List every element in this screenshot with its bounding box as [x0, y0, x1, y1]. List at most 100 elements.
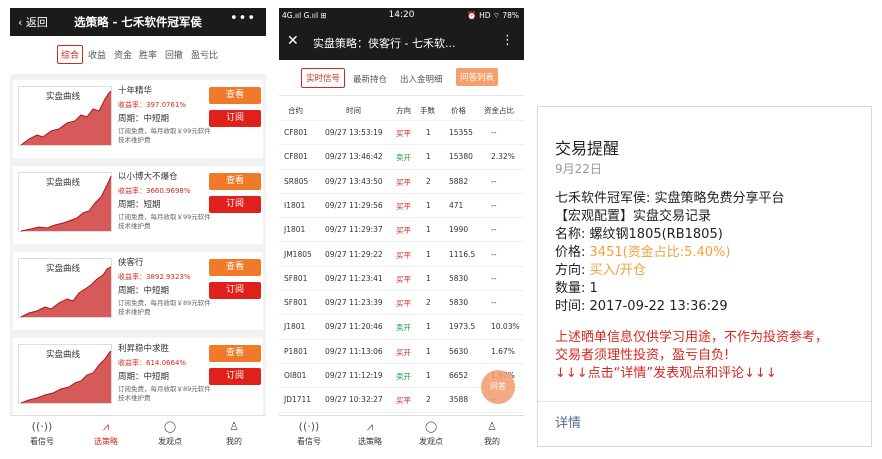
- cell-fund-ratio: --: [491, 200, 497, 210]
- subscribe-button[interactable]: 订阅: [209, 368, 261, 385]
- table-row[interactable]: I1801 09/27 11:29:56 买平 1 471 --: [279, 194, 524, 219]
- cell-direction: 买平: [396, 201, 411, 211]
- cell-direction: 买平: [396, 299, 411, 309]
- cell-price: 1990: [449, 225, 469, 235]
- nav-signals[interactable]: ((·)) 看信号: [281, 420, 337, 447]
- cell-fund-ratio: --: [491, 128, 497, 137]
- name-row: 名称: 螺纹钢1805(RB1805): [555, 223, 723, 242]
- detail-tabs: 实时信号 最新持仓 出入金明细 问答列表: [279, 60, 524, 96]
- qa-float-button[interactable]: 问答: [481, 370, 515, 404]
- cell-contract: I1801: [284, 200, 306, 210]
- nav-strategies[interactable]: ⩘ 选策略: [78, 420, 134, 447]
- alert-subject: 【宏观配置】实盘交易记录: [555, 209, 712, 224]
- tab-qa[interactable]: 问答列表: [456, 68, 499, 86]
- tab-comprehensive[interactable]: 综合: [57, 45, 84, 64]
- strategy-card[interactable]: 实盘曲线 利昇稳中求胜 收益率：614.0664% 周期：中短期 订阅免费，每月…: [13, 338, 263, 416]
- cell-time: 09/27 11:29:22: [325, 249, 383, 259]
- strategy-card[interactable]: 实盘曲线 十年精华 收益率：397.0761% 周期：中短期 订阅免费，每月收取…: [13, 80, 263, 158]
- trend-chart-icon: ⩘: [102, 420, 110, 433]
- fee-note: 订阅免费，每月收取￥99元软件技术维护费: [118, 213, 211, 230]
- direction-row: 方向: 买入/开仓: [555, 259, 646, 278]
- col-price: 价格: [451, 106, 466, 115]
- tab-winrate[interactable]: 胜率: [139, 48, 157, 61]
- tab-pl-ratio[interactable]: 盈亏比: [191, 48, 218, 61]
- period: 周期：中短期: [118, 286, 170, 296]
- subscribe-button[interactable]: 订阅: [209, 282, 261, 299]
- strategy-card[interactable]: 实盘曲线 侠客行 收益率：3892.9323% 周期：中短期 订阅免费，每月收取…: [13, 252, 263, 330]
- quantity-label: 数量:: [555, 281, 586, 296]
- cell-price: 5882: [449, 176, 469, 186]
- table-row[interactable]: SF801 09/27 11:23:41 买平 1 5830 --: [279, 267, 524, 292]
- tab-capital[interactable]: 资金: [114, 48, 132, 61]
- quantity-row: 数量: 1: [555, 277, 598, 296]
- nav-label: 发观点: [158, 437, 182, 446]
- tab-fund-flow[interactable]: 出入金明细: [400, 73, 443, 85]
- period: 周期：中短期: [118, 372, 170, 382]
- price-row: 价格: 3451(资金占比:5.40%): [555, 241, 730, 260]
- view-button[interactable]: 查看: [209, 259, 261, 276]
- tab-drawdown[interactable]: 回撤: [165, 48, 183, 61]
- subscribe-button[interactable]: 订阅: [209, 110, 261, 127]
- table-row[interactable]: CF801 09/27 13:46:42 卖开 1 15380 2.32%: [279, 145, 524, 170]
- cell-contract: J1801: [284, 322, 306, 332]
- cell-lots: 1: [426, 249, 431, 259]
- col-lots: 手数: [420, 106, 435, 115]
- return-rate: 收益率：3660.9698%: [118, 187, 191, 195]
- more-dots-icon[interactable]: •••: [230, 11, 256, 26]
- status-bar: 4G.ııl G.ııl ⊞ 14:20 ⏰ HD ⌔ 78%: [279, 8, 524, 24]
- tab-profit[interactable]: 收益: [88, 48, 106, 61]
- more-vertical-icon[interactable]: ⋮: [501, 33, 514, 48]
- wifi-icon: ((·)): [31, 420, 53, 433]
- nav-label: 选策略: [94, 437, 118, 446]
- strategy-name: 以小博大不爆仓: [118, 172, 178, 182]
- cell-contract: CF801: [284, 128, 308, 137]
- col-fund-ratio: 资金占比: [484, 106, 514, 115]
- view-button[interactable]: 查看: [209, 173, 261, 190]
- direction-label: 方向:: [555, 263, 586, 278]
- view-button[interactable]: 查看: [209, 87, 261, 104]
- details-link[interactable]: 详情: [555, 412, 581, 431]
- table-row[interactable]: SF801 09/27 11:23:39 买平 2 5830 --: [279, 291, 524, 316]
- trade-alert-card[interactable]: 交易提醒 9月22日 七禾软件冠军侯: 实盘策略免费分享平台 【宏观配置】实盘交…: [537, 106, 872, 447]
- cell-price: 471: [449, 200, 464, 210]
- close-icon[interactable]: ✕: [287, 33, 299, 49]
- view-button[interactable]: 查看: [209, 345, 261, 362]
- table-row[interactable]: SR805 09/27 13:43:50 买平 2 5882 --: [279, 170, 524, 194]
- table-row[interactable]: P1801 09/27 11:13:06 买开 1 5630 1.67%: [279, 340, 524, 364]
- time-row: 时间: 2017-09-22 13:36:29: [555, 295, 728, 314]
- nav-opinions[interactable]: ◯ 发观点: [403, 420, 459, 447]
- wifi-icon: ((·)): [298, 420, 320, 433]
- cell-time: 09/27 13:46:42: [325, 152, 383, 162]
- cell-fund-ratio: --: [491, 273, 497, 283]
- cell-direction: 买平: [396, 396, 411, 406]
- name-value: 螺纹钢1805(RB1805): [589, 227, 723, 242]
- nav-mine[interactable]: ♙ 我的: [206, 420, 262, 447]
- battery-status: ⏰ HD ⌔ 78%: [467, 11, 519, 20]
- time-value: 2017-09-22 13:36:29: [589, 299, 728, 314]
- chat-bubble-icon: ◯: [163, 420, 177, 433]
- table-row[interactable]: JM1805 09/27 11:29:22 买平 1 1116.5 --: [279, 243, 524, 267]
- trend-chart-icon: ⩘: [366, 420, 374, 433]
- price-label: 价格:: [555, 245, 586, 260]
- page-title: 实盘策略：侠客行 - 七禾软...: [313, 37, 456, 50]
- cell-price: 15355: [449, 128, 473, 137]
- table-row[interactable]: J1801 09/27 11:29:37 买平 1 1990 --: [279, 218, 524, 243]
- col-time: 时间: [346, 106, 361, 115]
- nav-strategies[interactable]: ⩘ 选策略: [342, 420, 398, 447]
- nav-mine[interactable]: ♙ 我的: [464, 420, 520, 447]
- tab-live-signals[interactable]: 实时信号: [301, 68, 346, 88]
- nav-signals[interactable]: ((·)) 看信号: [14, 420, 70, 447]
- return-rate: 收益率：614.0664%: [118, 359, 187, 367]
- strategy-card[interactable]: 实盘曲线 以小博大不爆仓 收益率：3660.9698% 周期：短期 订阅免费，每…: [13, 166, 263, 244]
- table-row[interactable]: J1801 09/27 11:20:46 卖开 1 1973.5 10.03%: [279, 315, 524, 340]
- cell-fund-ratio: --: [491, 176, 497, 186]
- nav-opinions[interactable]: ◯ 发观点: [142, 420, 198, 447]
- tab-positions[interactable]: 最新持仓: [353, 73, 387, 85]
- table-row[interactable]: CF801 09/27 13:53:19 买平 1 15355 --: [279, 121, 524, 146]
- cell-lots: 2: [426, 176, 431, 186]
- nav-label: 发观点: [419, 437, 443, 446]
- strategy-detail-screen: 4G.ııl G.ııl ⊞ 14:20 ⏰ HD ⌔ 78% ✕ 实盘策略：侠…: [279, 8, 524, 451]
- subscribe-button[interactable]: 订阅: [209, 196, 261, 213]
- cell-time: 09/27 13:53:19: [325, 128, 383, 137]
- cell-lots: 1: [426, 152, 431, 162]
